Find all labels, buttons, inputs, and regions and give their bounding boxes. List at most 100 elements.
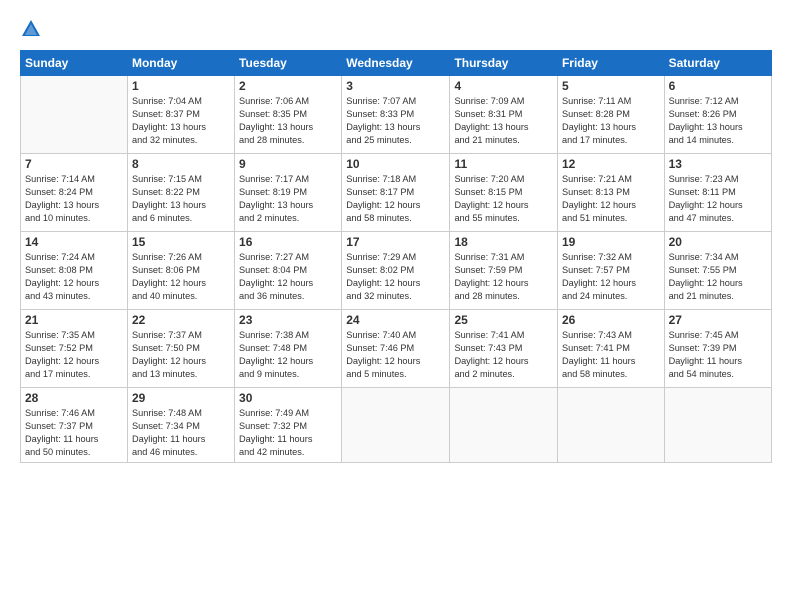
day-info: Sunrise: 7:41 AM Sunset: 7:43 PM Dayligh… [454,329,553,381]
day-cell: 23Sunrise: 7:38 AM Sunset: 7:48 PM Dayli… [235,310,342,388]
day-info: Sunrise: 7:31 AM Sunset: 7:59 PM Dayligh… [454,251,553,303]
day-cell: 14 Sunrise: 7:24 AM Sunset: 8:08 PM Dayli… [21,232,128,310]
day-number: 11 [454,157,553,171]
day-info: Sunrise: 7:14 AM Sunset: 8:24 PM Dayligh… [25,173,123,225]
day-cell: 17 Sunrise: 7:29 AM Sunset: 8:02 PM Dayli… [342,232,450,310]
week-row-1: 1 Sunrise: 7:04 AM Sunset: 8:37 PM Daylig… [21,76,772,154]
day-info: Sunrise: 7:38 AM Sunset: 7:48 PM Dayligh… [239,329,337,381]
day-info: Sunrise: 7:37 AM Sunset: 7:50 PM Dayligh… [132,329,230,381]
day-number: 29 [132,391,230,405]
day-number: 16 [239,235,337,249]
day-number: 3 [346,79,445,93]
day-cell [450,388,558,463]
day-info: Sunrise: 7:46 AM Sunset: 7:37 PM Dayligh… [25,407,123,459]
day-info: Sunrise: 7:09 AM Sunset: 8:31 PM Dayligh… [454,95,553,147]
day-number: 13 [669,157,767,171]
column-header-monday: Monday [127,51,234,76]
day-number: 20 [669,235,767,249]
day-cell: 12Sunrise: 7:21 AM Sunset: 8:13 PM Dayli… [557,154,664,232]
day-number: 25 [454,313,553,327]
day-number: 26 [562,313,660,327]
day-info: Sunrise: 7:29 AM Sunset: 8:02 PM Dayligh… [346,251,445,303]
day-cell: 20Sunrise: 7:34 AM Sunset: 7:55 PM Dayli… [664,232,771,310]
week-row-2: 7 Sunrise: 7:14 AM Sunset: 8:24 PM Daylig… [21,154,772,232]
week-row-4: 21 Sunrise: 7:35 AM Sunset: 7:52 PM Dayli… [21,310,772,388]
day-cell: 10 Sunrise: 7:18 AM Sunset: 8:17 PM Dayli… [342,154,450,232]
day-info: Sunrise: 7:07 AM Sunset: 8:33 PM Dayligh… [346,95,445,147]
day-info: Sunrise: 7:45 AM Sunset: 7:39 PM Dayligh… [669,329,767,381]
day-cell: 26 Sunrise: 7:43 AM Sunset: 7:41 PM Dayli… [557,310,664,388]
day-cell: 4 Sunrise: 7:09 AM Sunset: 8:31 PM Daylig… [450,76,558,154]
week-row-3: 14 Sunrise: 7:24 AM Sunset: 8:08 PM Dayli… [21,232,772,310]
day-number: 7 [25,157,123,171]
column-header-tuesday: Tuesday [235,51,342,76]
day-number: 30 [239,391,337,405]
day-cell: 6 Sunrise: 7:12 AM Sunset: 8:26 PM Daylig… [664,76,771,154]
day-number: 1 [132,79,230,93]
day-cell: 18Sunrise: 7:31 AM Sunset: 7:59 PM Dayli… [450,232,558,310]
column-header-sunday: Sunday [21,51,128,76]
day-cell [557,388,664,463]
day-info: Sunrise: 7:11 AM Sunset: 8:28 PM Dayligh… [562,95,660,147]
column-header-friday: Friday [557,51,664,76]
day-number: 4 [454,79,553,93]
day-info: Sunrise: 7:43 AM Sunset: 7:41 PM Dayligh… [562,329,660,381]
day-cell: 27Sunrise: 7:45 AM Sunset: 7:39 PM Dayli… [664,310,771,388]
day-info: Sunrise: 7:40 AM Sunset: 7:46 PM Dayligh… [346,329,445,381]
day-cell: 24Sunrise: 7:40 AM Sunset: 7:46 PM Dayli… [342,310,450,388]
day-number: 21 [25,313,123,327]
day-number: 14 [25,235,123,249]
day-info: Sunrise: 7:32 AM Sunset: 7:57 PM Dayligh… [562,251,660,303]
day-info: Sunrise: 7:27 AM Sunset: 8:04 PM Dayligh… [239,251,337,303]
day-number: 22 [132,313,230,327]
day-info: Sunrise: 7:15 AM Sunset: 8:22 PM Dayligh… [132,173,230,225]
day-number: 10 [346,157,445,171]
day-info: Sunrise: 7:17 AM Sunset: 8:19 PM Dayligh… [239,173,337,225]
day-cell: 19 Sunrise: 7:32 AM Sunset: 7:57 PM Dayli… [557,232,664,310]
day-number: 19 [562,235,660,249]
week-row-5: 28 Sunrise: 7:46 AM Sunset: 7:37 PM Dayli… [21,388,772,463]
day-cell: 5 Sunrise: 7:11 AM Sunset: 8:28 PM Daylig… [557,76,664,154]
day-cell: 9 Sunrise: 7:17 AM Sunset: 8:19 PM Daylig… [235,154,342,232]
day-number: 9 [239,157,337,171]
calendar-header-row: SundayMondayTuesdayWednesdayThursdayFrid… [21,51,772,76]
day-cell: 15 Sunrise: 7:26 AM Sunset: 8:06 PM Dayli… [127,232,234,310]
day-info: Sunrise: 7:20 AM Sunset: 8:15 PM Dayligh… [454,173,553,225]
calendar-table: SundayMondayTuesdayWednesdayThursdayFrid… [20,50,772,463]
day-cell: 1 Sunrise: 7:04 AM Sunset: 8:37 PM Daylig… [127,76,234,154]
day-cell: 13 Sunrise: 7:23 AM Sunset: 8:11 PM Dayli… [664,154,771,232]
day-cell [664,388,771,463]
day-info: Sunrise: 7:24 AM Sunset: 8:08 PM Dayligh… [25,251,123,303]
day-cell [21,76,128,154]
day-cell: 28 Sunrise: 7:46 AM Sunset: 7:37 PM Dayli… [21,388,128,463]
day-info: Sunrise: 7:12 AM Sunset: 8:26 PM Dayligh… [669,95,767,147]
day-info: Sunrise: 7:26 AM Sunset: 8:06 PM Dayligh… [132,251,230,303]
day-cell [342,388,450,463]
day-info: Sunrise: 7:48 AM Sunset: 7:34 PM Dayligh… [132,407,230,459]
day-info: Sunrise: 7:23 AM Sunset: 8:11 PM Dayligh… [669,173,767,225]
day-info: Sunrise: 7:04 AM Sunset: 8:37 PM Dayligh… [132,95,230,147]
day-number: 28 [25,391,123,405]
day-cell: 30 Sunrise: 7:49 AM Sunset: 7:32 PM Dayli… [235,388,342,463]
day-cell: 29 Sunrise: 7:48 AM Sunset: 7:34 PM Dayli… [127,388,234,463]
day-info: Sunrise: 7:18 AM Sunset: 8:17 PM Dayligh… [346,173,445,225]
day-cell: 25 Sunrise: 7:41 AM Sunset: 7:43 PM Dayli… [450,310,558,388]
page-header [20,18,772,40]
day-info: Sunrise: 7:21 AM Sunset: 8:13 PM Dayligh… [562,173,660,225]
day-number: 17 [346,235,445,249]
day-info: Sunrise: 7:49 AM Sunset: 7:32 PM Dayligh… [239,407,337,459]
day-number: 6 [669,79,767,93]
day-info: Sunrise: 7:06 AM Sunset: 8:35 PM Dayligh… [239,95,337,147]
column-header-thursday: Thursday [450,51,558,76]
day-info: Sunrise: 7:35 AM Sunset: 7:52 PM Dayligh… [25,329,123,381]
logo-icon [20,18,42,40]
day-number: 15 [132,235,230,249]
day-cell: 16 Sunrise: 7:27 AM Sunset: 8:04 PM Dayli… [235,232,342,310]
day-cell: 11 Sunrise: 7:20 AM Sunset: 8:15 PM Dayli… [450,154,558,232]
column-header-saturday: Saturday [664,51,771,76]
logo [20,18,43,40]
day-number: 5 [562,79,660,93]
day-number: 2 [239,79,337,93]
day-number: 8 [132,157,230,171]
day-cell: 2 Sunrise: 7:06 AM Sunset: 8:35 PM Daylig… [235,76,342,154]
